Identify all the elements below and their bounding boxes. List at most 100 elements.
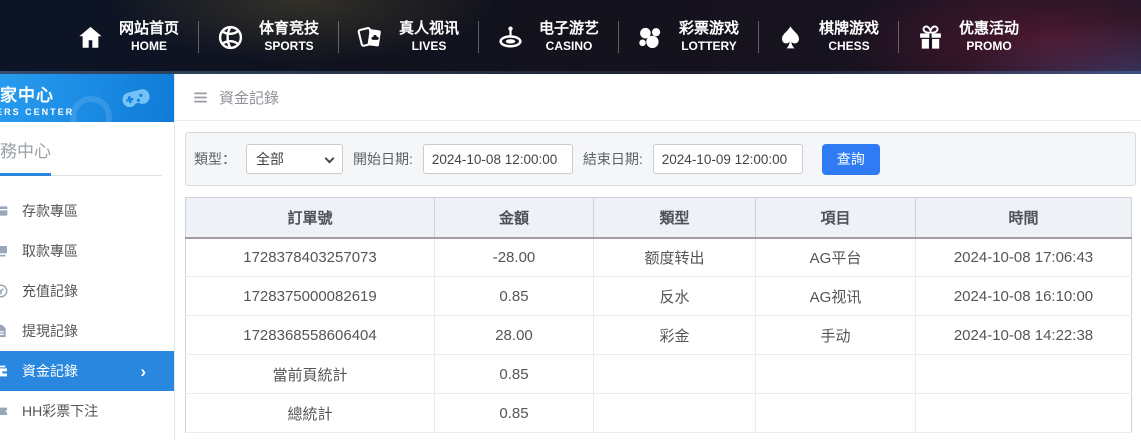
- nav-item[interactable]: 体育竞技 SPORTS: [198, 13, 338, 61]
- sidebar-item[interactable]: 提現記錄: [0, 311, 174, 351]
- cell-item: [756, 355, 916, 394]
- table-row: 1728378403257073 -28.00 额度转出 AG平台 2024-1…: [186, 238, 1132, 277]
- home-icon: [76, 23, 105, 52]
- sidebar-menu: 存款專區 取款專區 充值記錄 提現記錄: [0, 191, 174, 440]
- cell-item: [756, 394, 916, 433]
- gift-icon: [916, 23, 945, 52]
- cell-type: 额度转出: [594, 238, 756, 277]
- sidebar-item[interactable]: HH彩票下注: [0, 391, 174, 431]
- cell-amount: 28.00: [435, 316, 594, 355]
- sidebar-item[interactable]: 資金記錄 ›: [0, 351, 174, 391]
- nav-item-labels: 优惠活动 PROMO: [958, 19, 1020, 54]
- cell-time: 2024-10-08 16:10:00: [916, 277, 1132, 316]
- nav-item-label-zh: 彩票游戏: [679, 19, 739, 39]
- players-center-banner: 玩家中心 PLAYERS CENTER: [0, 74, 174, 122]
- type-label: 類型：: [194, 149, 236, 169]
- sidebar-item[interactable]: 廳室投註記錄: [0, 431, 174, 440]
- nav-item-label-zh: 优惠活动: [959, 19, 1019, 39]
- cell-item: 手动: [756, 316, 916, 355]
- section-underline: [0, 173, 162, 176]
- sidebar-item-label: HH彩票下注: [22, 401, 98, 421]
- cell-type: [594, 394, 756, 433]
- withdraw-icon: [0, 243, 9, 259]
- recharge-record-icon: [0, 283, 9, 299]
- spade-icon: [776, 23, 805, 52]
- nav-item-label-en: LOTTERY: [681, 39, 737, 55]
- table-row: 總統計 0.85: [186, 394, 1132, 433]
- nav-item[interactable]: 彩票游戏 LOTTERY: [618, 13, 758, 61]
- end-date-input[interactable]: [653, 144, 803, 174]
- nav-item-label-en: LIVES: [412, 39, 447, 55]
- type-select[interactable]: 全部: [246, 144, 343, 174]
- nav-item-label-zh: 网站首页: [119, 19, 179, 39]
- cell-order-no: 1728378403257073: [186, 238, 435, 277]
- nav-item-labels: 真人视讯 LIVES: [398, 19, 460, 54]
- start-date-input[interactable]: [423, 144, 573, 174]
- nav-item-label-zh: 真人视讯: [399, 19, 459, 39]
- nav-item-label-en: PROMO: [966, 39, 1011, 55]
- nav-item-labels: 体育竞技 SPORTS: [258, 19, 320, 54]
- nav-item-label-en: SPORTS: [264, 39, 313, 55]
- table-header-cell: 項目: [756, 198, 916, 238]
- nav-item-label-zh: 体育竞技: [259, 19, 319, 39]
- menu-icon[interactable]: [192, 89, 209, 106]
- lottery-balls-icon: [636, 23, 665, 52]
- main-content: 資金記錄 類型： 全部 開始日期: 結束日期: 查詢 訂單號 金額 類型: [175, 74, 1141, 440]
- sidebar-section-title: 財務中心: [0, 137, 174, 162]
- page-title: 資金記錄: [219, 87, 279, 108]
- nav-item[interactable]: 电子游艺 CASINO: [478, 13, 618, 61]
- cell-type: [594, 355, 756, 394]
- lottery-bet-icon: [0, 403, 9, 419]
- sidebar-item-label: 充值記錄: [22, 281, 78, 301]
- type-select-value: 全部: [256, 149, 284, 169]
- sidebar: 玩家中心 PLAYERS CENTER 財務中心 存款專區 取款專區 充值記錄: [0, 74, 175, 440]
- withdraw-record-icon: [0, 323, 9, 339]
- cell-amount: 0.85: [435, 355, 594, 394]
- nav-item[interactable]: 网站首页 HOME: [58, 13, 198, 61]
- page-header: 資金記錄: [175, 74, 1141, 121]
- cell-amount: 0.85: [435, 394, 594, 433]
- roulette-icon: [496, 23, 525, 52]
- cell-order-no: 當前頁統計: [186, 355, 435, 394]
- cell-item: AG平台: [756, 238, 916, 277]
- sidebar-item-label: 資金記錄: [22, 361, 78, 381]
- nav-item-label-en: HOME: [131, 39, 167, 55]
- cell-type: 彩金: [594, 316, 756, 355]
- nav-item-label-zh: 电子游艺: [539, 19, 599, 39]
- nav-item-labels: 棋牌游戏 CHESS: [818, 19, 880, 54]
- playing-cards-icon: [356, 23, 385, 52]
- nav-item-label-zh: 棋牌游戏: [819, 19, 879, 39]
- nav-item-labels: 电子游艺 CASINO: [538, 19, 600, 54]
- nav-item[interactable]: 真人视讯 LIVES: [338, 13, 478, 61]
- cell-time: [916, 394, 1132, 433]
- nav-item-label-en: CHESS: [828, 39, 869, 55]
- sidebar-item[interactable]: 取款專區: [0, 231, 174, 271]
- deposit-icon: [0, 203, 9, 219]
- nav-item[interactable]: 棋牌游戏 CHESS: [758, 13, 898, 61]
- nav-item-labels: 网站首页 HOME: [118, 19, 180, 54]
- cell-time: 2024-10-08 14:22:38: [916, 316, 1132, 355]
- sports-ball-icon: [216, 23, 245, 52]
- cell-time: [916, 355, 1132, 394]
- search-button[interactable]: 查詢: [822, 144, 880, 175]
- sidebar-item-label: 存款專區: [22, 201, 78, 221]
- nav-item[interactable]: 优惠活动 PROMO: [898, 13, 1038, 61]
- sidebar-item[interactable]: 充值記錄: [0, 271, 174, 311]
- table-row: 1728375000082619 0.85 反水 AG视讯 2024-10-08…: [186, 277, 1132, 316]
- sidebar-item[interactable]: 存款專區: [0, 191, 174, 231]
- cell-type: 反水: [594, 277, 756, 316]
- chevron-down-icon: [325, 154, 335, 164]
- table-header-cell: 金額: [435, 198, 594, 238]
- sidebar-item-label: 取款專區: [22, 241, 78, 261]
- table-row: 當前頁統計 0.85: [186, 355, 1132, 394]
- nav-item-labels: 彩票游戏 LOTTERY: [678, 19, 740, 54]
- nav-item-label-en: CASINO: [546, 39, 593, 55]
- cell-item: AG视讯: [756, 277, 916, 316]
- table-header-cell: 訂單號: [186, 198, 435, 238]
- chevron-right-icon: ›: [140, 363, 146, 380]
- funds-record-table: 訂單號 金額 類型 項目 時間 1728378403257073 -28.00 …: [185, 197, 1132, 433]
- table-header-cell: 時間: [916, 198, 1132, 238]
- cell-amount: 0.85: [435, 277, 594, 316]
- top-navigation: 网站首页 HOME 体育竞技 SPORTS 真人视讯 LIVES 电子游艺 CA…: [0, 0, 1141, 74]
- filter-panel: 類型： 全部 開始日期: 結束日期: 查詢: [185, 132, 1136, 186]
